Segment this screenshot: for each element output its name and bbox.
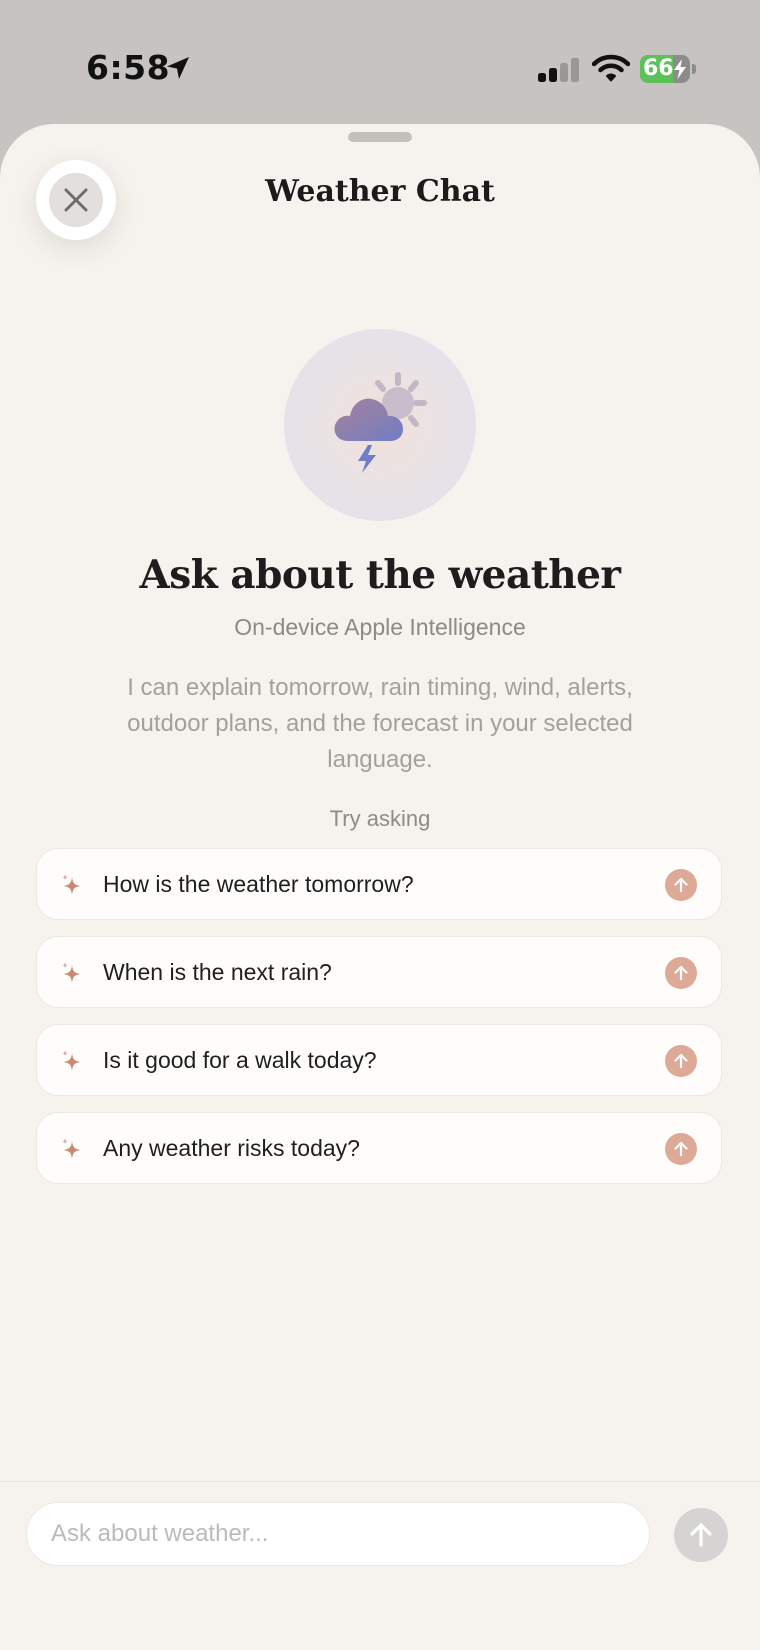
location-arrow-icon [167,57,189,79]
weather-chat-sheet: Weather Chat Ask about the weather On-de… [0,124,760,1650]
suggestion-chip[interactable]: Is it good for a walk today? [36,1024,722,1096]
sheet-grabber[interactable] [348,132,412,142]
hero-heading: Ask about the weather [139,552,621,598]
sparkle-icon [62,962,81,983]
composer-divider [0,1481,760,1482]
suggestion-text: When is the next rain? [103,959,332,985]
arrow-up-icon [674,877,688,893]
battery-charging-icon: 66 [640,55,696,83]
ask-weather-input[interactable] [26,1502,650,1566]
status-time: 6:58 [86,48,171,87]
suggestion-send-button[interactable] [665,1045,697,1077]
hero-description: I can explain tomorrow, rain timing, win… [127,674,633,773]
suggestion-send-button[interactable] [665,957,697,989]
cellular-signal-icon [538,58,579,82]
suggestion-send-button[interactable] [665,1133,697,1165]
arrow-up-icon [674,965,688,981]
arrow-up-icon [690,1523,712,1547]
battery-level: 66 [643,56,674,81]
arrow-up-icon [674,1141,688,1157]
suggestion-text: Is it good for a walk today? [103,1047,377,1073]
suggestion-text: How is the weather tomorrow? [103,871,414,897]
status-bar: 6:58 66 [0,0,760,124]
sparkle-icon [62,874,81,895]
wifi-icon [592,54,630,82]
charging-bolt-icon [674,59,686,79]
suggestion-chip[interactable]: Any weather risks today? [36,1112,722,1184]
suggestion-chip[interactable]: When is the next rain? [36,936,722,1008]
hero-subtitle: On-device Apple Intelligence [234,614,526,640]
arrow-up-icon [674,1053,688,1069]
cloud-bolt-sun-icon [334,372,427,473]
send-button[interactable] [674,1508,728,1562]
suggestion-text: Any weather risks today? [103,1135,360,1161]
hero-icon-badge [284,329,476,521]
suggestions-label: Try asking [329,806,431,831]
suggestion-send-button[interactable] [665,869,697,901]
suggestion-list: How is the weather tomorrow? When is the… [36,848,724,1200]
sparkle-icon [62,1050,81,1071]
suggestion-chip[interactable]: How is the weather tomorrow? [36,848,722,920]
sparkle-icon [62,1138,81,1159]
sheet-title: Weather Chat [265,174,495,209]
battery-tip [692,64,696,74]
battery-body: 66 [640,55,690,83]
